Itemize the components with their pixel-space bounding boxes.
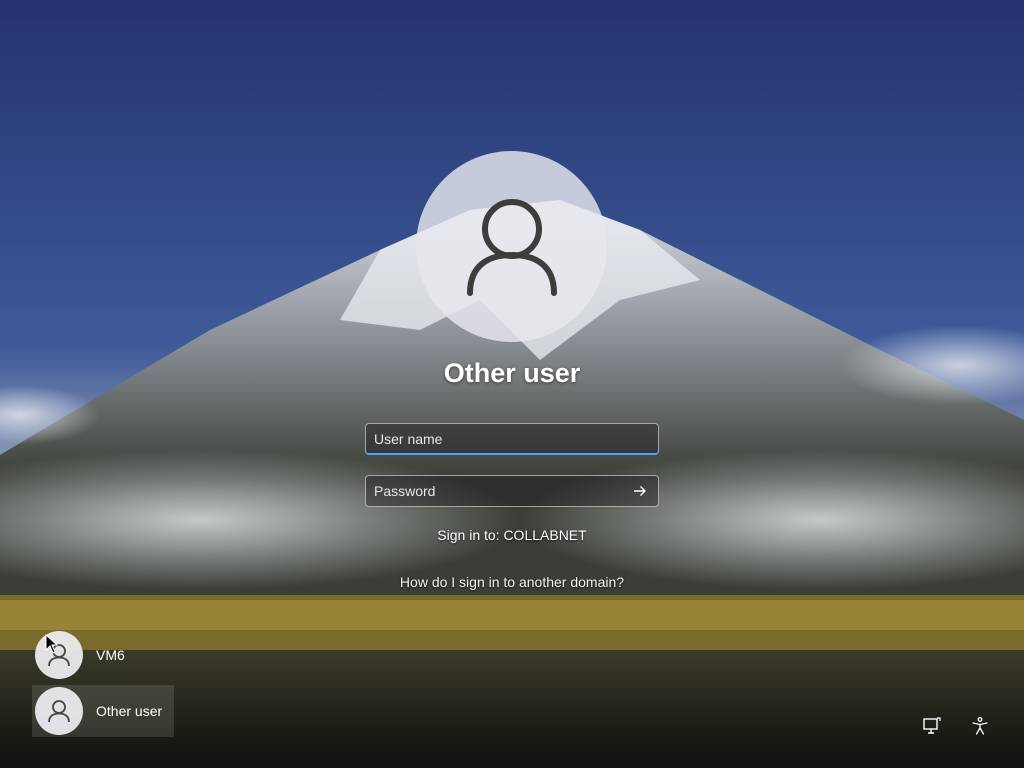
accessibility-icon: [972, 717, 988, 735]
username-input[interactable]: [366, 424, 658, 453]
arrow-right-icon: [634, 486, 646, 496]
submit-button[interactable]: [626, 477, 654, 505]
network-icon: [923, 717, 941, 734]
sign-in-domain-label: Sign in to: COLLABNET: [437, 527, 587, 543]
avatar: [35, 631, 83, 679]
username-field[interactable]: [365, 423, 659, 455]
avatar: [35, 687, 83, 735]
selected-user-name: Other user: [443, 358, 581, 388]
user-entry-label: Other user: [96, 703, 163, 719]
password-field[interactable]: [365, 475, 659, 507]
user-entry-label: VM6: [96, 647, 125, 663]
mouse-cursor-icon: [45, 633, 59, 659]
password-input[interactable]: [366, 476, 626, 506]
person-icon: [48, 700, 70, 723]
user-entry-other-user[interactable]: Other user: [32, 685, 174, 737]
network-button[interactable]: [920, 714, 944, 738]
user-avatar: [416, 151, 607, 342]
person-icon: [466, 198, 557, 296]
accessibility-button[interactable]: [968, 714, 992, 738]
other-domain-link[interactable]: How do I sign in to another domain?: [0, 574, 1024, 590]
